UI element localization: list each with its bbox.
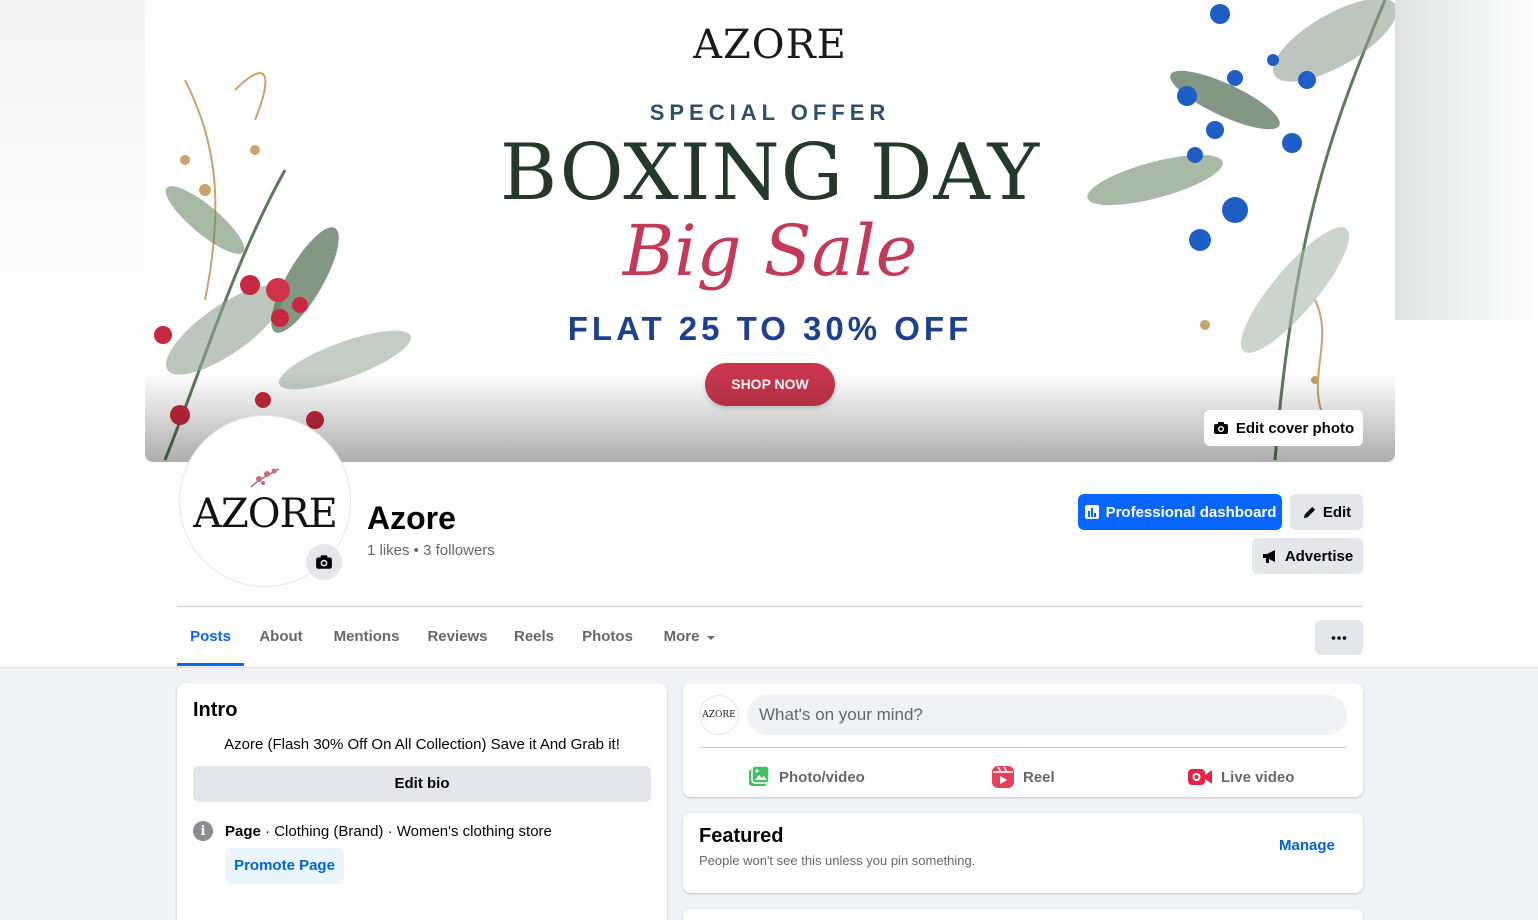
composer-avatar[interactable]: AZORE <box>699 695 739 735</box>
page-title: Azore <box>367 500 456 536</box>
cover-special-offer: SPECIAL OFFER <box>649 100 891 125</box>
featured-subtitle: People won't see this unless you pin som… <box>699 853 976 868</box>
page-category-prefix: Page <box>225 822 261 840</box>
cover-subheadline: Big Sale <box>622 210 918 292</box>
edit-cover-photo-button[interactable]: Edit cover photo <box>1204 410 1363 446</box>
update-profile-picture-button[interactable] <box>306 544 342 580</box>
tab-mentions[interactable]: Mentions <box>325 620 408 666</box>
advertise-button[interactable]: Advertise <box>1252 538 1363 574</box>
intro-card: Intro Azore (Flash 30% Off On All Collec… <box>177 683 667 920</box>
intro-title: Intro <box>193 699 238 721</box>
camera-icon <box>316 555 332 569</box>
header-fade-left <box>0 0 145 340</box>
tab-about[interactable]: About <box>250 620 312 666</box>
dashboard-icon <box>1084 505 1099 519</box>
reel-button[interactable]: Reel <box>991 761 1055 793</box>
page-category: Page · Clothing (Brand) · Women's clothi… <box>225 823 552 840</box>
advertise-label: Advertise <box>1284 547 1354 565</box>
reel-label: Reel <box>1023 768 1055 786</box>
page-category-text: · Clothing (Brand) · Women's clothing st… <box>260 822 552 840</box>
intro-bio: Azore (Flash 30% Off On All Collection) … <box>224 736 620 753</box>
header-divider <box>177 606 1363 607</box>
photo-video-label: Photo/video <box>779 768 865 786</box>
tab-more[interactable]: More <box>655 620 725 666</box>
page-stats[interactable]: 1 likes • 3 followers <box>367 542 495 559</box>
status-input[interactable]: What's on your mind? <box>747 695 1347 735</box>
edit-bio-button[interactable]: Edit bio <box>193 766 651 802</box>
featured-title: Featured <box>699 825 784 847</box>
cover-brand: AZORE <box>693 22 847 68</box>
cover-offer: FLAT 25 TO 30% OFF <box>567 310 973 347</box>
composer-card: AZORE What's on your mind? Photo/video R… <box>683 683 1363 797</box>
composer-divider <box>699 747 1347 748</box>
edit-page-label: Edit <box>1322 503 1352 521</box>
header-fade-right <box>1395 0 1538 320</box>
caret-down-icon <box>707 636 716 640</box>
more-options-button[interactable] <box>1315 620 1363 655</box>
live-video-label: Live video <box>1221 768 1295 786</box>
tab-photos[interactable]: Photos <box>574 620 641 666</box>
tab-posts[interactable]: Posts <box>177 620 244 666</box>
cover-headline: BOXING DAY <box>499 128 1041 218</box>
floral-logo-icon <box>250 468 280 488</box>
live-video-icon <box>1188 769 1212 785</box>
megaphone-icon <box>1262 549 1275 563</box>
tab-more-label: More <box>663 628 700 645</box>
reel-icon <box>992 766 1014 788</box>
tab-reels[interactable]: Reels <box>507 620 561 666</box>
professional-dashboard-button[interactable]: Professional dashboard <box>1078 494 1282 530</box>
avatar-logo-text: AZORE <box>193 491 338 537</box>
page-category-row: i Page · Clothing (Brand) · Women's clot… <box>193 821 552 841</box>
camera-icon <box>1213 422 1228 434</box>
photo-video-button[interactable]: Photo/video <box>747 761 865 793</box>
manage-featured-link[interactable]: Manage <box>1279 837 1335 854</box>
ellipsis-icon <box>1331 635 1347 640</box>
tab-reviews[interactable]: Reviews <box>421 620 494 666</box>
posts-card <box>683 909 1363 920</box>
pencil-icon <box>1303 506 1315 518</box>
live-video-button[interactable]: Live video <box>1187 761 1294 793</box>
professional-dashboard-label: Professional dashboard <box>1105 503 1277 521</box>
promote-page-button[interactable]: Promote Page <box>225 848 344 884</box>
info-icon: i <box>193 821 213 841</box>
cover-photo[interactable]: AZORE SPECIAL OFFER BOXING DAY Big Sale … <box>145 0 1395 462</box>
photo-icon <box>749 765 770 786</box>
edit-cover-photo-label: Edit cover photo <box>1235 419 1355 437</box>
featured-card: Featured People won't see this unless yo… <box>683 813 1363 893</box>
edit-page-button[interactable]: Edit <box>1290 494 1363 530</box>
